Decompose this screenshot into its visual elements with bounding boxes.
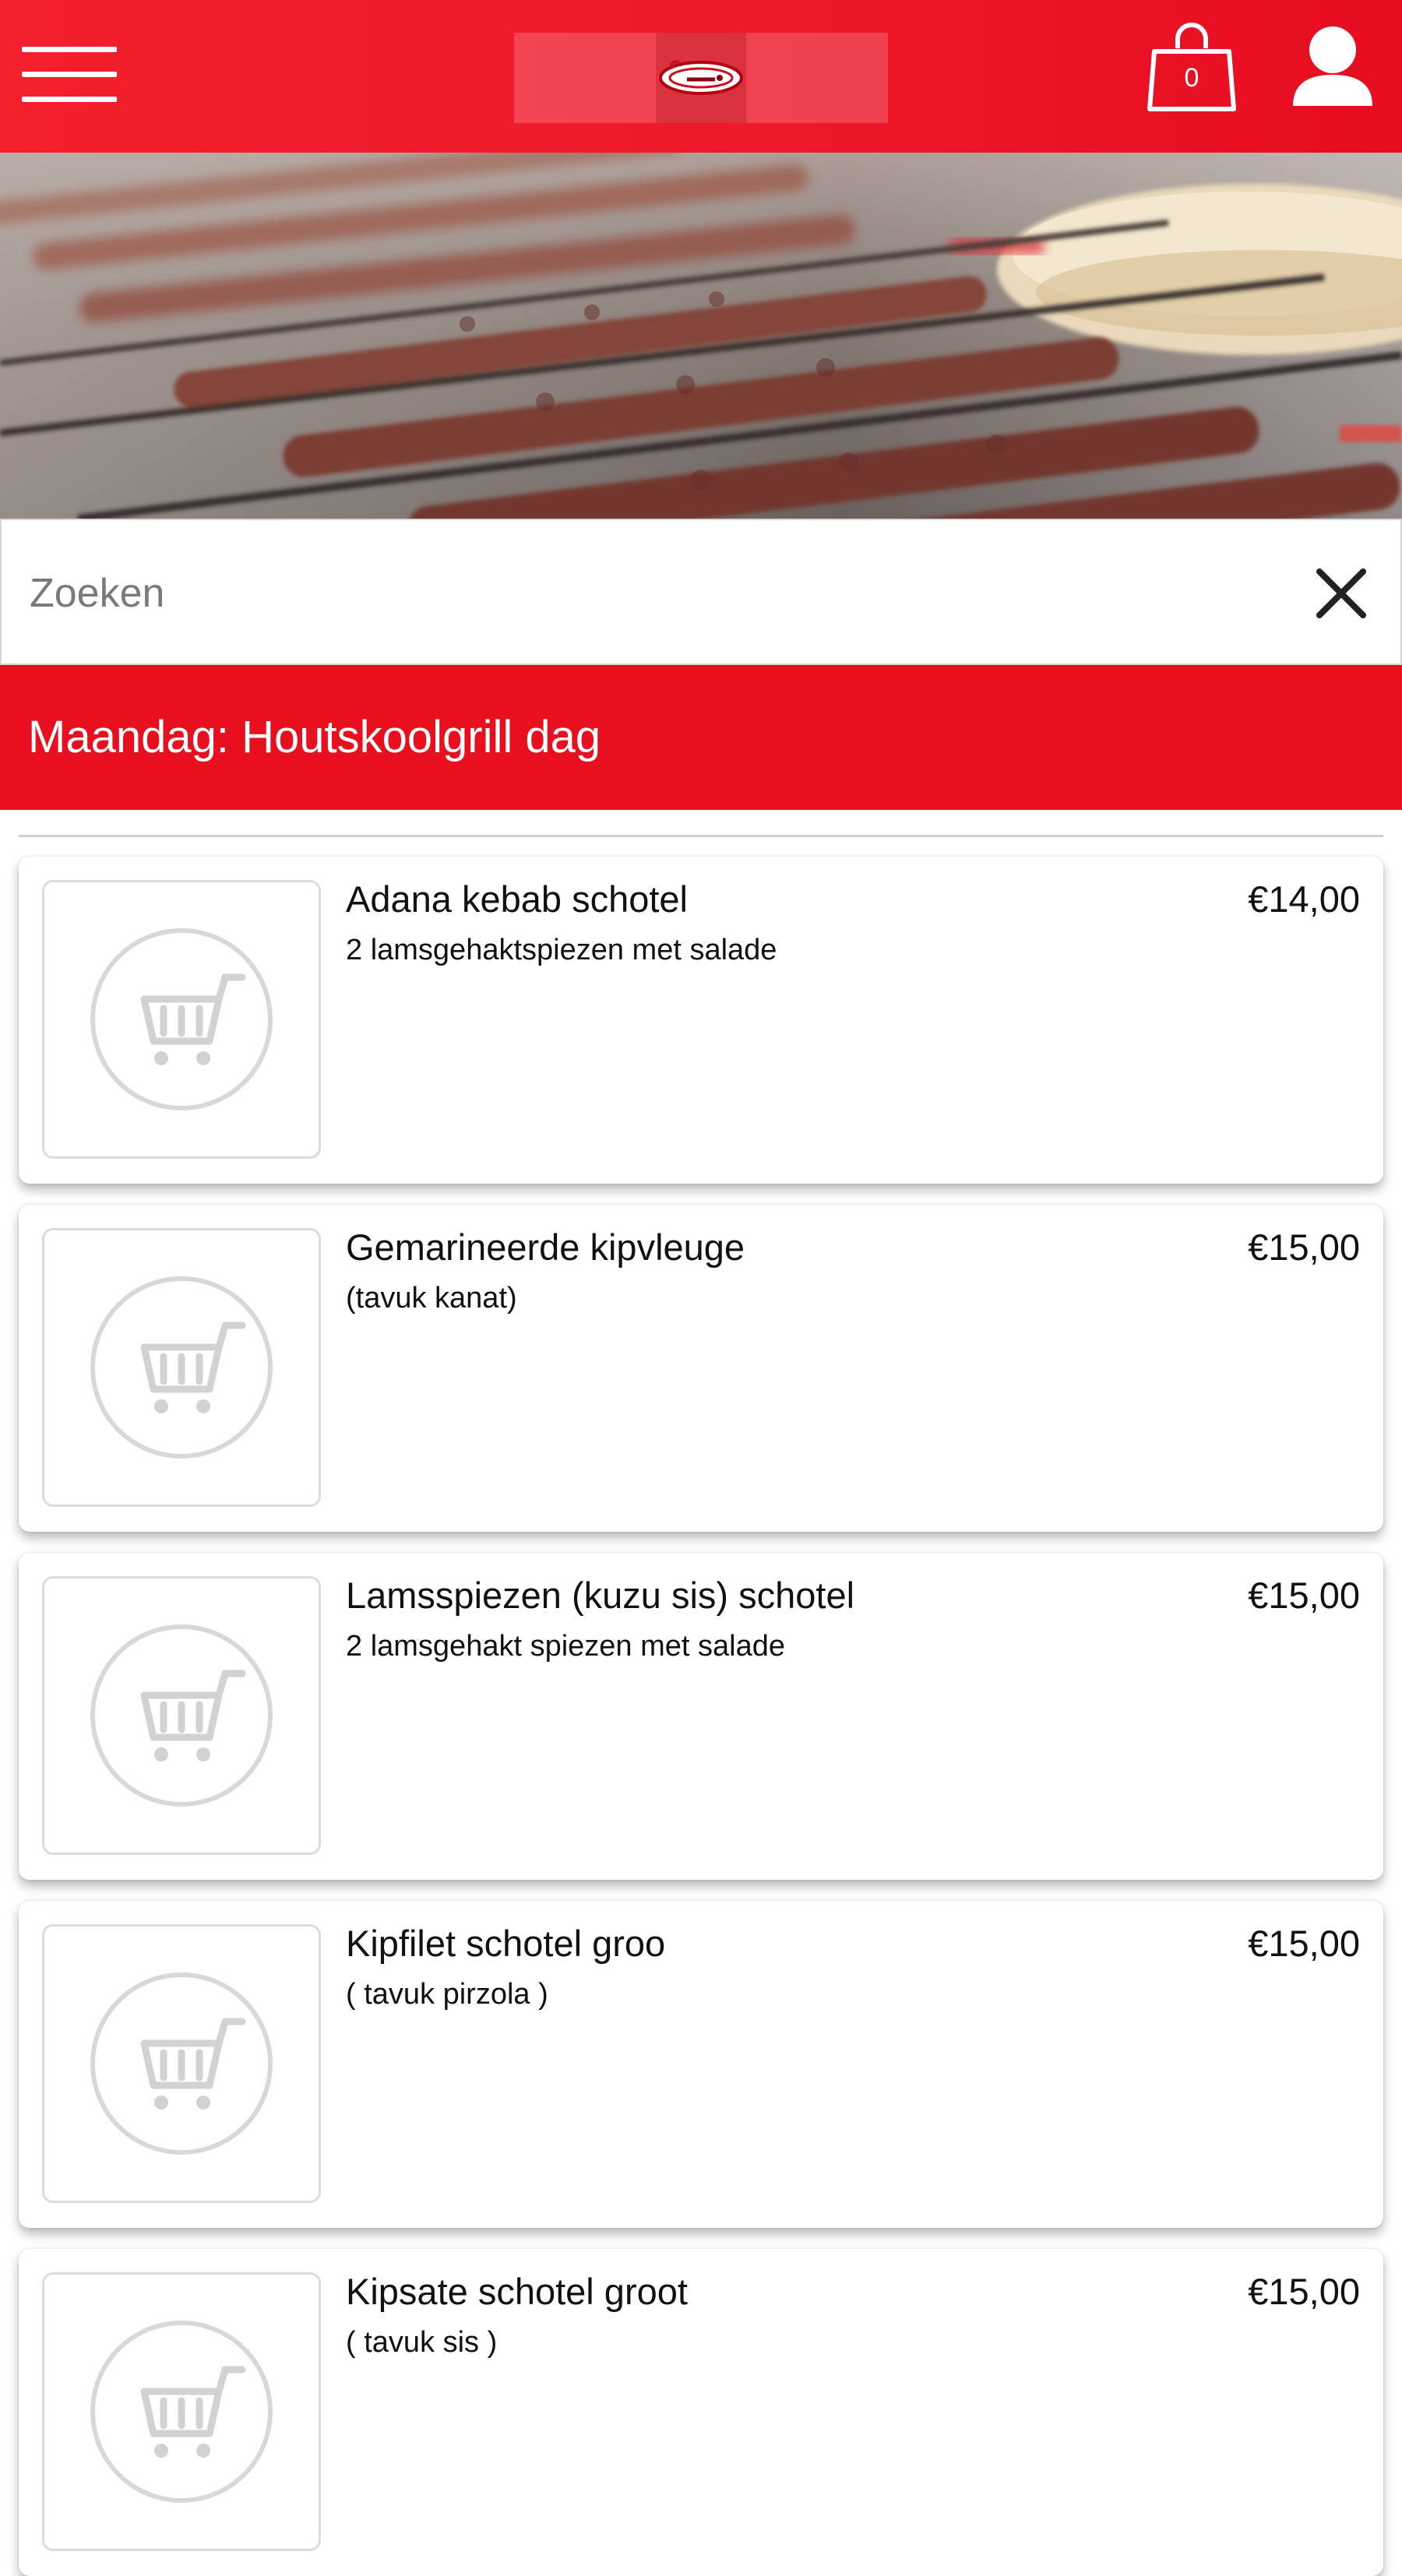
cart-count-badge: 0: [1184, 63, 1199, 93]
product-description: (tavuk kanat): [346, 1282, 517, 1314]
menu-line: [22, 47, 117, 52]
cart-placeholder-icon: [90, 1972, 273, 2155]
logo-area[interactable]: [514, 33, 888, 123]
cart-placeholder-icon: [90, 1276, 273, 1459]
product-price: €15,00: [1248, 2271, 1360, 2312]
product-card[interactable]: Kipsate schotel groot ( tavuk sis ) €15,…: [19, 2249, 1383, 2576]
search-clear-button[interactable]: [1313, 565, 1369, 621]
product-price: €15,00: [1248, 1226, 1360, 1268]
product-image-placeholder: [42, 880, 321, 1159]
category-header: Maandag: Houtskoolgrill dag: [0, 665, 1402, 810]
close-icon: [1316, 568, 1366, 618]
cart-placeholder-icon: [90, 1624, 273, 1807]
user-icon: [1293, 26, 1372, 106]
product-description: 2 lamsgehaktspiezen met salade: [346, 934, 777, 966]
search-bar: [0, 519, 1402, 665]
menu-line: [22, 72, 117, 77]
product-description: ( tavuk sis ): [346, 2326, 498, 2359]
product-card[interactable]: Adana kebab schotel 2 lamsgehaktspiezen …: [19, 857, 1383, 1184]
product-price: €14,00: [1248, 878, 1360, 920]
cart-button[interactable]: 0: [1147, 17, 1237, 115]
category-title: Maandag: Houtskoolgrill dag: [28, 712, 601, 762]
product-description: ( tavuk pirzola ): [346, 1978, 548, 2011]
divider: [19, 835, 1383, 837]
top-header: 0: [0, 0, 1402, 153]
product-image-placeholder: [42, 1576, 321, 1855]
search-input[interactable]: [28, 554, 1243, 632]
product-price: €15,00: [1248, 1575, 1360, 1616]
product-name: Adana kebab schotel: [346, 878, 688, 920]
charcoal-grilled-kebab-skewers-photo: [0, 153, 1402, 519]
cart-placeholder-icon: [90, 928, 273, 1110]
product-description: 2 lamsgehakt spiezen met salade: [346, 1630, 785, 1663]
hero-banner-image: [0, 153, 1402, 519]
product-name: Kipsate schotel groot: [346, 2271, 688, 2312]
product-name: Lamsspiezen (kuzu sis) schotel: [346, 1575, 855, 1616]
account-button[interactable]: [1290, 23, 1376, 111]
product-card[interactable]: Gemarineerde kipvleuge (tavuk kanat) €15…: [19, 1205, 1383, 1532]
product-card[interactable]: Lamsspiezen (kuzu sis) schotel 2 lamsgeh…: [19, 1553, 1383, 1880]
product-price: €15,00: [1248, 1923, 1360, 1964]
cart-placeholder-icon: [90, 2321, 273, 2503]
product-image-placeholder: [42, 1924, 321, 2203]
restaurant-logo: [659, 60, 743, 95]
product-name: Kipfilet schotel groo: [346, 1923, 666, 1964]
product-image-placeholder: [42, 2272, 321, 2551]
hamburger-menu-icon[interactable]: [22, 47, 117, 103]
menu-line: [22, 97, 117, 102]
product-card[interactable]: Kipfilet schotel groo ( tavuk pirzola ) …: [19, 1901, 1383, 2228]
product-image-placeholder: [42, 1228, 321, 1507]
product-name: Gemarineerde kipvleuge: [346, 1226, 745, 1268]
